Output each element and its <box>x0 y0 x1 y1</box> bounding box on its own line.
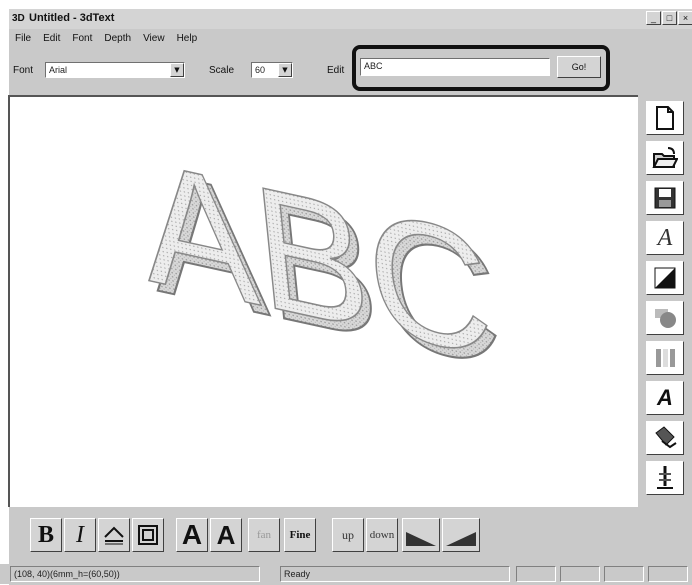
window-controls: _ □ × <box>646 11 692 25</box>
menu-depth[interactable]: Depth <box>98 31 137 47</box>
scale-select[interactable]: 60 ▼ <box>251 62 293 78</box>
down-button[interactable]: down <box>366 518 398 552</box>
status-panel-1 <box>516 566 556 582</box>
open-folder-icon[interactable] <box>646 141 684 175</box>
font-a-button[interactable]: A <box>176 518 208 552</box>
right-toolbar: A A <box>646 95 692 515</box>
slope-left-icon[interactable] <box>402 518 440 552</box>
fill-diagonal-icon[interactable] <box>646 261 684 295</box>
font-a-alt-button[interactable]: A <box>210 518 242 552</box>
status-panel-3 <box>604 566 644 582</box>
menu-help[interactable]: Help <box>171 31 204 47</box>
up-button[interactable]: up <box>332 518 364 552</box>
font-a-icon[interactable]: A <box>646 221 684 255</box>
app-icon: 3D <box>12 13 25 24</box>
scale-label: Scale <box>209 65 235 76</box>
menu-edit[interactable]: Edit <box>37 31 66 47</box>
status-message: Ready <box>280 566 510 582</box>
save-disk-icon[interactable] <box>646 181 684 215</box>
font-label: Font <box>13 65 34 76</box>
canvas-text: ABC <box>133 122 500 394</box>
drawing-canvas[interactable]: ABC ABC <box>8 95 638 507</box>
shape-icon[interactable] <box>646 301 684 335</box>
frame-icon[interactable] <box>132 518 164 552</box>
status-coords: (108, 40)(6mm_h=(60,50)) <box>10 566 260 582</box>
slope-right-icon[interactable] <box>442 518 480 552</box>
outline-text-icon[interactable] <box>98 518 130 552</box>
calligraphy-icon[interactable] <box>646 461 684 495</box>
bold-button[interactable]: B <box>30 518 62 552</box>
menu-bar: File Edit Font Depth View Help <box>9 31 203 47</box>
title-bar: 3D Untitled - 3dText _ □ × <box>9 9 692 29</box>
fine-button[interactable]: Fine <box>284 518 316 552</box>
menu-file[interactable]: File <box>9 31 37 47</box>
window-title: Untitled - 3dText <box>29 12 115 24</box>
text-style-a-icon[interactable]: A <box>646 381 684 415</box>
menu-view[interactable]: View <box>137 31 171 47</box>
3d-text-render: ABC ABC <box>132 121 510 405</box>
callout-highlight <box>352 45 610 91</box>
scale-select-value: 60 <box>255 65 266 75</box>
status-panel-2 <box>560 566 600 582</box>
status-panel-4 <box>648 566 688 582</box>
bottom-toolbar: B I A A fan Fine up down <box>8 512 568 556</box>
italic-button[interactable]: I <box>64 518 96 552</box>
maximize-button[interactable]: □ <box>662 11 677 25</box>
fan-button[interactable]: fan <box>248 518 280 552</box>
font-select-value: Arial <box>49 65 68 75</box>
chevron-down-icon[interactable]: ▼ <box>278 63 292 77</box>
close-button[interactable]: × <box>678 11 692 25</box>
status-bar: (108, 40)(6mm_h=(60,50)) Ready <box>0 564 692 584</box>
edit-label: Edit <box>327 65 345 76</box>
menu-font[interactable]: Font <box>66 31 98 47</box>
new-document-icon[interactable] <box>646 101 684 135</box>
font-select[interactable]: Arial ▼ <box>45 62 185 78</box>
minimize-button[interactable]: _ <box>646 11 661 25</box>
bucket-icon[interactable] <box>646 421 684 455</box>
chevron-down-icon[interactable]: ▼ <box>170 63 184 77</box>
columns-icon[interactable] <box>646 341 684 375</box>
